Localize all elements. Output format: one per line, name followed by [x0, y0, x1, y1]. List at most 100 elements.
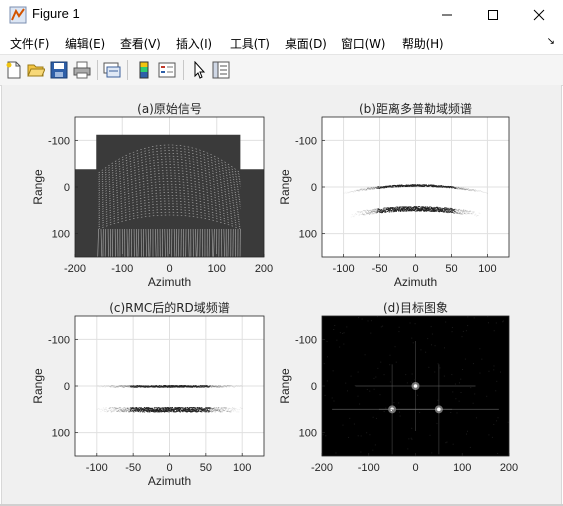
noise-speckle	[452, 391, 454, 393]
menu-edit[interactable]: 编辑(E)	[65, 35, 105, 52]
spectrum-point	[123, 386, 126, 388]
spectrum-point	[184, 407, 187, 409]
spectrum-point	[369, 213, 371, 215]
noise-speckle	[414, 379, 416, 381]
menu-tools[interactable]: 工具(T)	[230, 35, 270, 52]
spectrum-point	[232, 410, 235, 412]
menu-file[interactable]: 文件(F)	[10, 35, 49, 52]
spectrum-point	[365, 212, 367, 213]
spectrum-point	[229, 408, 231, 410]
maximize-button[interactable]	[470, 0, 516, 30]
close-icon	[533, 9, 545, 21]
spectrum-point	[201, 411, 203, 413]
spectrum-point	[424, 206, 427, 208]
noise-speckle	[357, 371, 359, 373]
noise-speckle	[434, 371, 436, 373]
noise-speckle	[431, 344, 433, 346]
open-file-button[interactable]	[26, 60, 46, 80]
x-tick-label: 0	[412, 462, 418, 474]
noise-speckle	[357, 395, 359, 397]
spectrum-point	[197, 385, 200, 387]
noise-speckle	[486, 395, 488, 397]
noise-speckle	[379, 394, 381, 396]
spectrum-point	[455, 186, 457, 188]
menu-insert[interactable]: 插入(I)	[176, 35, 212, 52]
insert-legend-button[interactable]	[157, 60, 177, 80]
spectrum-point	[358, 214, 360, 216]
noise-speckle	[434, 345, 436, 347]
menu-view[interactable]: 查看(V)	[120, 35, 161, 52]
spectrum-point	[101, 408, 103, 410]
spectrum-point	[235, 408, 237, 410]
spectrum-point	[230, 411, 232, 413]
noise-speckle	[458, 400, 460, 402]
spectrum-point	[454, 211, 456, 212]
close-button[interactable]	[516, 0, 562, 30]
spectrum-point	[371, 212, 373, 213]
noise-speckle	[496, 420, 498, 422]
new-figure-button[interactable]	[4, 60, 24, 80]
noise-speckle	[488, 370, 490, 372]
spectrum-point	[147, 411, 149, 413]
y-tick-label: 100	[299, 229, 317, 241]
x-tick-label: 100	[208, 263, 226, 275]
spectrum-point	[222, 409, 224, 411]
noise-speckle	[467, 325, 469, 327]
noise-speckle	[322, 434, 324, 436]
spectrum-point	[410, 206, 412, 208]
spectrum-point	[451, 187, 453, 189]
noise-speckle	[372, 449, 374, 451]
noise-speckle	[407, 448, 409, 450]
spectrum-point	[237, 409, 239, 411]
spectrum-point	[399, 210, 402, 212]
property-inspector-button[interactable]	[211, 60, 231, 80]
pointer-button[interactable]	[189, 60, 209, 80]
noise-speckle	[493, 365, 495, 367]
menu-help[interactable]: 帮助(H)	[402, 35, 444, 52]
spectrum-point	[114, 410, 116, 411]
noise-speckle	[464, 358, 466, 360]
window-title: Figure 1	[32, 6, 80, 21]
menu-overflow-icon[interactable]: ↘	[547, 36, 555, 47]
noise-speckle	[431, 452, 433, 454]
spectrum-point	[477, 215, 479, 216]
menu-desktop[interactable]: 桌面(D)	[285, 35, 327, 52]
spectrum-point	[240, 385, 242, 386]
spectrum-point	[137, 411, 140, 412]
spectrum-point	[171, 407, 174, 409]
x-tick-label: -100	[86, 462, 108, 474]
link-plot-button[interactable]	[102, 60, 122, 80]
spectrum-point	[475, 189, 477, 191]
spectrum-point	[110, 386, 112, 388]
noise-speckle	[389, 354, 391, 356]
save-button[interactable]	[49, 60, 69, 80]
spectrum-point	[418, 206, 421, 208]
spectrum-point	[466, 210, 468, 211]
spectrum-point	[125, 409, 127, 410]
noise-speckle	[358, 317, 360, 319]
print-button[interactable]	[72, 60, 92, 80]
spectrum-point	[129, 409, 132, 411]
spectrum-point	[438, 211, 441, 213]
spectrum-point	[453, 212, 455, 214]
noise-speckle	[456, 412, 458, 414]
axes-2: -100 -50 0 50 100 -100 0 100 (b)距离多普勒域频谱 Azimuth R…	[278, 101, 510, 289]
x-tick-label: -50	[125, 462, 141, 474]
noise-speckle	[399, 411, 401, 413]
noise-speckle	[383, 374, 385, 376]
spectrum-point	[219, 385, 222, 387]
y-axis-label: Range	[278, 368, 292, 404]
x-tick-label: 0	[166, 462, 172, 474]
insert-colorbar-button[interactable]	[134, 60, 154, 80]
noise-speckle	[472, 363, 474, 365]
menu-window[interactable]: 窗口(W)	[341, 35, 385, 52]
noise-speckle	[499, 371, 501, 373]
spectrum-point	[364, 210, 366, 211]
spectrum-point	[170, 411, 173, 413]
spectrum-point	[469, 210, 472, 212]
spectrum-point	[103, 385, 105, 387]
minimize-button[interactable]	[424, 0, 470, 30]
spectrum-point	[346, 192, 348, 194]
spectrum-point	[472, 212, 474, 214]
spectrum-point	[469, 213, 471, 215]
